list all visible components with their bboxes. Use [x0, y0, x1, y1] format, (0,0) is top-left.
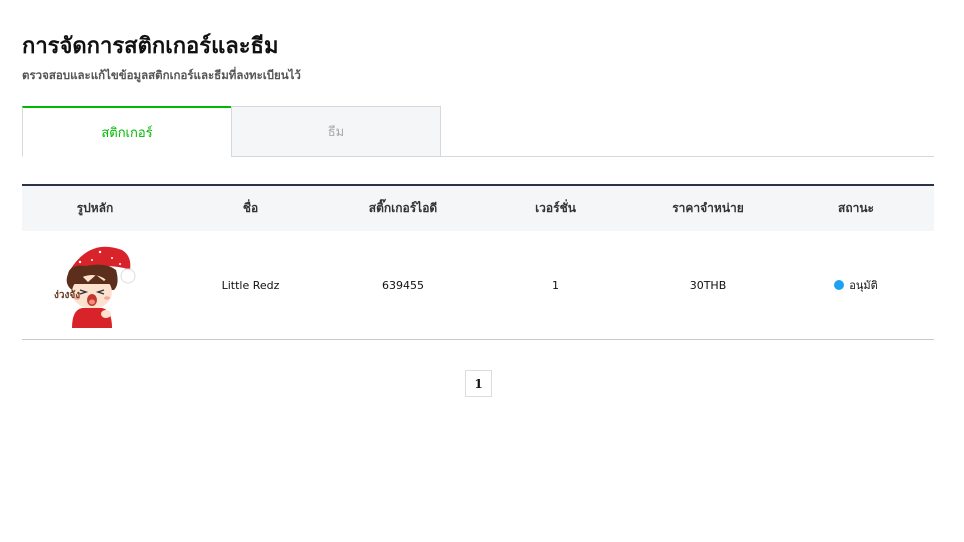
status-dot-icon	[834, 280, 845, 290]
cell-status: อนุมัติ	[778, 276, 934, 294]
sticker-thumbnail-icon[interactable]: ง่วงจัง	[50, 240, 140, 330]
column-header-price: ราคาจำหน่าย	[672, 201, 744, 215]
tab-themes[interactable]: ธีม	[231, 106, 441, 157]
cell-name: Little Redz	[221, 278, 280, 292]
page-subtitle: ตรวจสอบและแก้ไขข้อมูลสติกเกอร์และธีมที่ล…	[22, 68, 301, 82]
tab-stickers[interactable]: สติกเกอร์	[22, 106, 232, 157]
column-header-name: ชื่อ	[242, 201, 259, 215]
column-header-version: เวอร์ชั่น	[535, 201, 576, 215]
cell-version: 1	[552, 278, 559, 292]
cell-sticker-id: 639455	[382, 278, 424, 292]
sticker-table: รูปหลัก ชื่อ สติ๊กเกอร์ไอดี เวอร์ชั่น รา…	[22, 184, 934, 340]
pagination-page-button[interactable]: 1	[465, 370, 492, 397]
table-header-row: รูปหลัก ชื่อ สติ๊กเกอร์ไอดี เวอร์ชั่น รา…	[22, 186, 934, 231]
status-label: อนุมัติ	[849, 279, 878, 292]
status-badge: อนุมัติ	[834, 276, 878, 294]
column-header-status: สถานะ	[838, 201, 874, 215]
cell-price: 30THB	[689, 278, 727, 292]
column-header-sticker-id: สติ๊กเกอร์ไอดี	[368, 201, 438, 215]
tab-bar: สติกเกอร์ ธีม	[22, 106, 934, 157]
table-row[interactable]: ง่วงจัง Little Redz 639455 1 30THB อนุมั…	[22, 231, 934, 340]
page-title: การจัดการสติกเกอร์และธีม	[22, 34, 279, 59]
column-header-main-image: รูปหลัก	[76, 201, 114, 215]
sticker-text: ง่วงจัง	[54, 289, 80, 301]
cell-main-image: ง่วงจัง	[22, 240, 168, 330]
